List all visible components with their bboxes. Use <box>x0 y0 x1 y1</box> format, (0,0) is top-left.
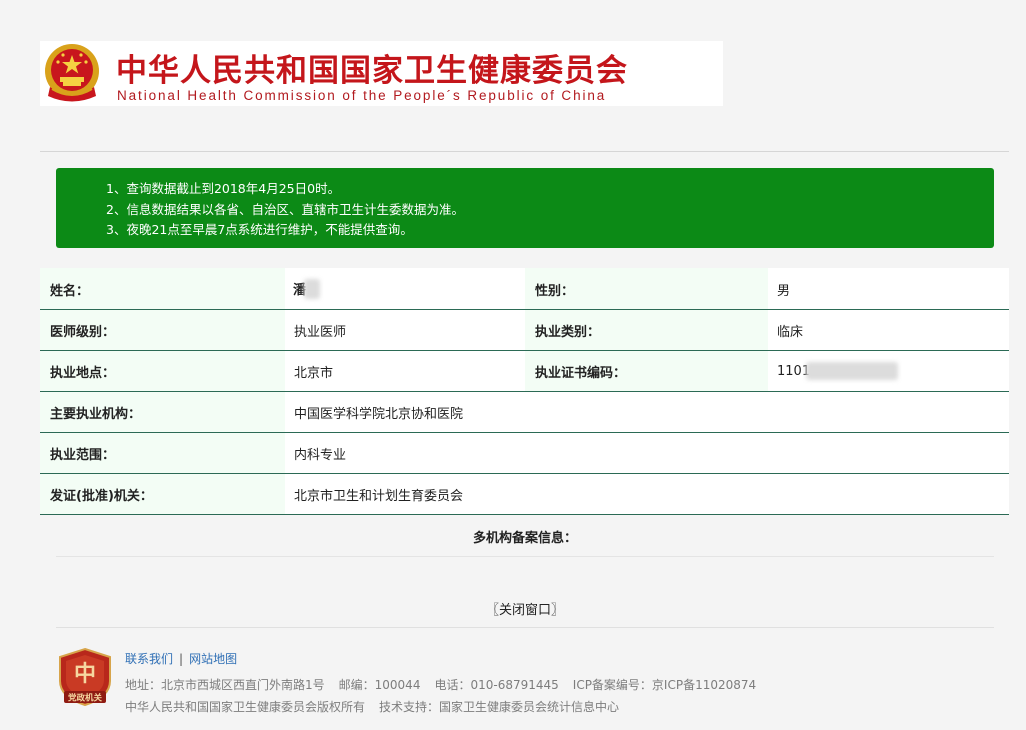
footer-support: 技术支持：国家卫生健康委员会统计信息中心 <box>379 700 620 714</box>
table-row: 主要执业机构： 中国医学科学院北京协和医院 <box>40 392 1009 433</box>
svg-text:中: 中 <box>74 661 96 687</box>
section-divider <box>56 556 994 557</box>
footer-address: 地址：北京市西城区西直门外南路1号 <box>125 678 325 692</box>
site-title-cn: 中华人民共和国国家卫生健康委员会 <box>116 53 628 89</box>
authority-label: 发证(批准)机关： <box>40 474 285 514</box>
gender-value: 男 <box>768 268 1009 310</box>
name-value: 潘 <box>285 268 525 310</box>
category-value: 临床 <box>768 310 1009 350</box>
notice-box: 1、查询数据截止到2018年4月25日0时。 2、信息数据结果以各省、自治区、直… <box>56 168 994 248</box>
footer-phone: 电话：010-68791445 <box>434 678 559 692</box>
footer-icp: ICP备案编号：京ICP备11020874 <box>572 678 757 692</box>
national-emblem-icon <box>45 44 99 102</box>
header-divider <box>40 151 1009 152</box>
gender-label: 性别： <box>525 268 768 310</box>
redaction-blur <box>304 278 321 299</box>
sitemap-link[interactable]: 网站地图 <box>189 652 237 666</box>
cert-value: 1101 <box>768 351 1009 391</box>
redaction-blur <box>806 362 899 380</box>
footer-copyright: 中华人民共和国国家卫生健康委员会版权所有 <box>125 700 366 714</box>
name-label: 姓名： <box>40 268 285 310</box>
doctor-info-table: 姓名： 潘 性别： 男 医师级别： 执业医师 执业类别： 临床 执业地点： 北京… <box>40 268 1009 515</box>
close-window-button[interactable]: 〖关闭窗口〗 <box>0 599 1026 618</box>
table-row: 执业范围： 内科专业 <box>40 433 1009 474</box>
table-row: 执业地点： 北京市 执业证书编码： 1101 <box>40 351 1009 392</box>
footer-postcode: 邮编：100044 <box>338 678 421 692</box>
category-label: 执业类别： <box>525 310 768 350</box>
multi-institution-heading: 多机构备案信息： <box>472 531 577 546</box>
scope-value: 内科专业 <box>285 433 1009 473</box>
link-separator: | <box>179 652 184 666</box>
authority-value: 北京市卫生和计划生育委员会 <box>285 474 1009 514</box>
header-banner: 中华人民共和国国家卫生健康委员会 National Health Commiss… <box>40 41 723 106</box>
location-value: 北京市 <box>285 351 525 391</box>
notice-line: 2、信息数据结果以各省、自治区、直辖市卫生计生委数据为准。 <box>106 201 464 217</box>
footer-divider <box>56 627 994 628</box>
table-row: 发证(批准)机关： 北京市卫生和计划生育委员会 <box>40 474 1009 515</box>
location-label: 执业地点： <box>40 351 285 391</box>
table-row: 医师级别： 执业医师 执业类别： 临床 <box>40 310 1009 351</box>
institution-label: 主要执业机构： <box>40 392 285 432</box>
notice-line: 3、夜晚21点至早晨7点系统进行维护，不能提供查询。 <box>106 222 413 237</box>
scope-label: 执业范围： <box>40 433 285 473</box>
level-value: 执业医师 <box>285 310 525 350</box>
level-label: 医师级别： <box>40 310 285 350</box>
contact-us-link[interactable]: 联系我们 <box>125 652 173 666</box>
cert-label: 执业证书编码： <box>525 351 768 391</box>
site-title-en: National Health Commission of the People… <box>117 88 607 103</box>
notice-line: 1、查询数据截止到2018年4月25日0时。 <box>106 181 341 196</box>
institution-value: 中国医学科学院北京协和医院 <box>285 392 1009 432</box>
government-agency-badge-icon: 中 党政机关 <box>59 647 111 707</box>
footer-links: 联系我们 | 网站地图 <box>125 650 237 667</box>
footer-address-line: 地址：北京市西城区西直门外南路1号 邮编：100044 电话：010-6879144… <box>125 676 770 693</box>
svg-text:党政机关: 党政机关 <box>68 693 103 704</box>
footer-copyright-line: 中华人民共和国国家卫生健康委员会版权所有 技术支持：国家卫生健康委员会统计信息中心 <box>125 698 633 715</box>
table-row: 姓名： 潘 性别： 男 <box>40 268 1009 310</box>
